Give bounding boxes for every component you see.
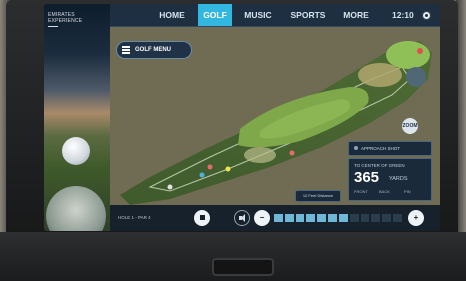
distance-marker	[207, 164, 213, 170]
bunker	[358, 63, 402, 87]
volume-segment	[274, 214, 283, 222]
volume-segment	[295, 214, 305, 222]
volume-segment	[317, 214, 327, 222]
zoom-button[interactable]: ZOOM	[402, 118, 418, 134]
volume-segment	[306, 214, 316, 222]
volume-segment	[284, 214, 294, 222]
tee-marker-white	[167, 184, 173, 190]
distance-label: TO CENTER OF GREEN	[354, 163, 405, 168]
golf-ball-image	[62, 137, 90, 165]
stop-button[interactable]	[194, 210, 210, 226]
promo-logo: EMIRATES EXPERIENCE	[48, 12, 106, 27]
promo-logo-line2: EXPERIENCE	[48, 18, 83, 24]
volume-segment	[349, 214, 359, 222]
promo-logo-rule	[48, 26, 58, 27]
approach-icon	[354, 146, 358, 150]
approach-label: APPROACH SHOT	[361, 146, 401, 151]
distance-unit: YARDS	[389, 176, 408, 182]
volume-segment	[328, 214, 337, 222]
volume-up-button[interactable]: +	[408, 210, 424, 226]
tab-home[interactable]: HOME	[154, 4, 190, 26]
sand-trap	[244, 147, 276, 163]
green	[386, 41, 430, 69]
golf-menu-button[interactable]: GOLF MENU	[116, 41, 192, 59]
menu-icon	[122, 46, 130, 54]
pin-flag-icon	[417, 48, 423, 54]
media-control-bar: HOLE 1 - PAR 4 − +	[110, 205, 440, 231]
settings-gear-icon[interactable]	[422, 11, 431, 20]
tab-golf[interactable]: GOLF	[198, 4, 232, 26]
volume-segment	[371, 214, 381, 222]
distance-sub-back: BACK	[379, 189, 390, 194]
speaker-icon[interactable]	[234, 210, 250, 226]
distance-tag: 12 Feet Distance	[295, 190, 341, 202]
distance-sub-front: FRONT	[354, 189, 368, 194]
tab-sports[interactable]: SPORTS	[284, 4, 332, 26]
tee-marker-blue	[199, 172, 205, 178]
stop-icon	[199, 215, 205, 220]
promo-panel: EMIRATES EXPERIENCE	[44, 4, 110, 231]
volume-segment	[338, 214, 348, 222]
tee-marker-yellow	[225, 166, 231, 172]
volume-segment	[382, 214, 392, 222]
touch-screen: EMIRATES EXPERIENCE HOME GOLF MUSIC SPOR…	[44, 4, 440, 231]
distance-value: 365	[354, 169, 380, 186]
clock-display: 12:10	[392, 10, 414, 20]
tab-music[interactable]: MUSIC	[238, 4, 278, 26]
now-playing-text: HOLE 1 - PAR 4	[118, 215, 151, 220]
golf-menu-label: GOLF MENU	[135, 47, 171, 53]
tab-more[interactable]: MORE	[338, 4, 374, 26]
volume-down-button[interactable]: −	[254, 210, 270, 226]
distance-sub-pin: PIN	[404, 189, 411, 194]
volume-segment	[360, 214, 370, 222]
distance-panel: TO CENTER OF GREEN 365 YARDS FRONT BACK …	[348, 158, 432, 201]
approach-shot-button[interactable]: APPROACH SHOT	[348, 141, 432, 156]
bezel-handle	[212, 258, 274, 276]
volume-slider[interactable]	[274, 214, 402, 222]
water-hazard	[406, 67, 426, 87]
distance-marker	[289, 150, 295, 156]
volume-segment	[393, 214, 402, 222]
golf-ball-closeup-image	[46, 186, 106, 231]
hole-map[interactable]: GOLF MENU ZOOM APPROACH SHOT TO CENTER O…	[110, 27, 440, 205]
top-nav: HOME GOLF MUSIC SPORTS MORE 12:10	[110, 4, 440, 27]
